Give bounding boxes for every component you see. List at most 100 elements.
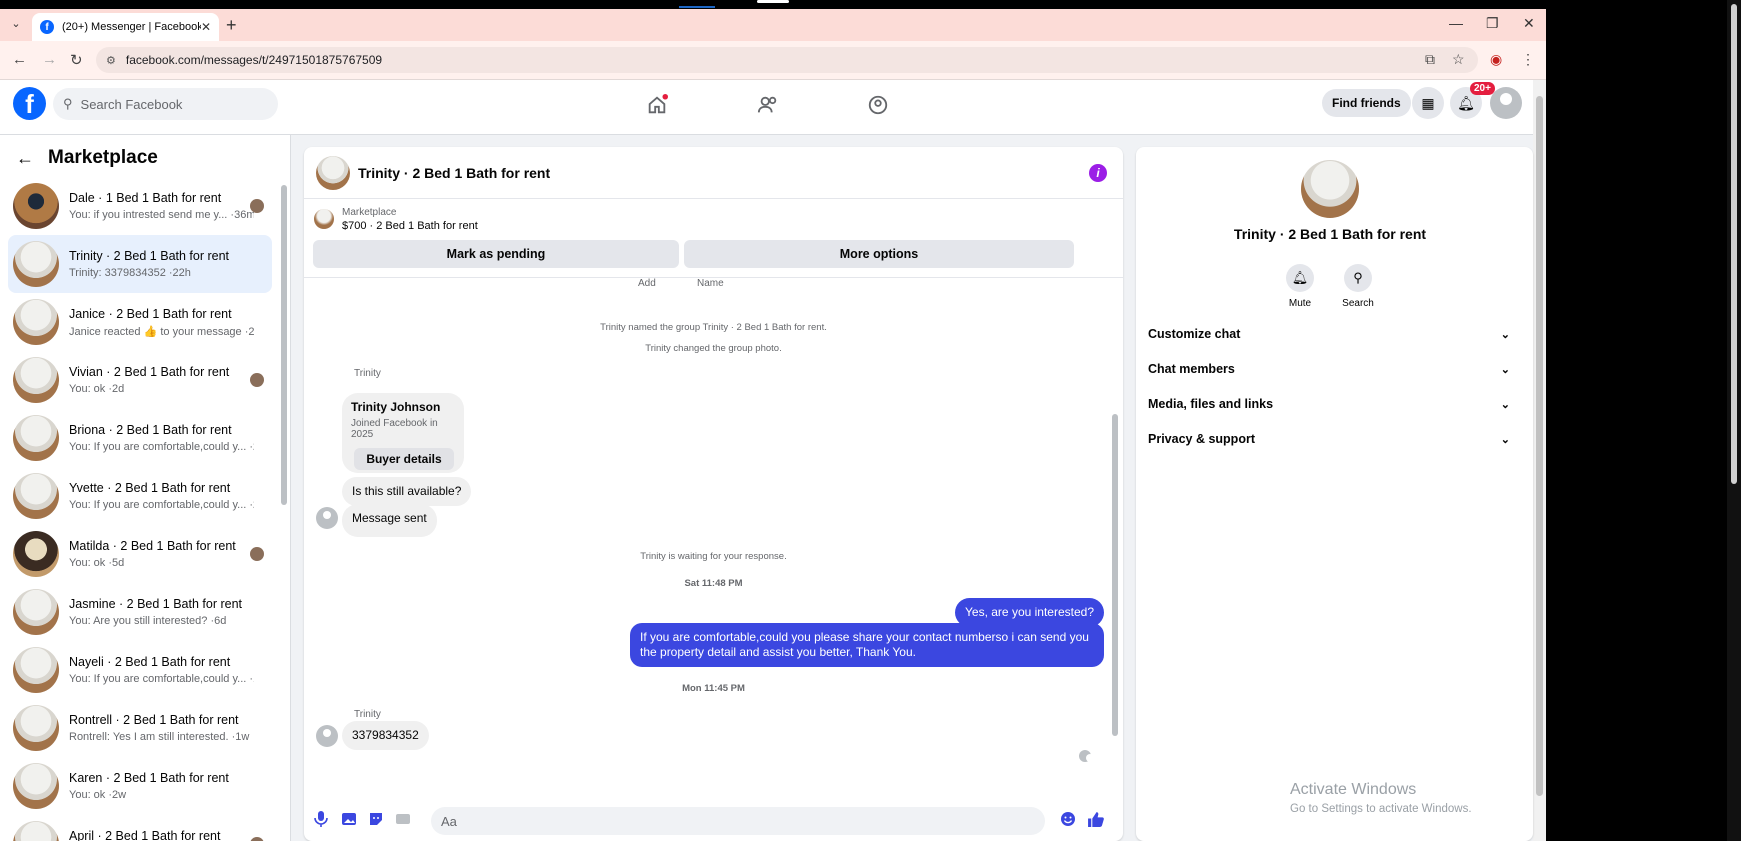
restore-icon[interactable]: ❐ bbox=[1486, 15, 1499, 32]
chat-thumbnail bbox=[13, 241, 59, 287]
section-customize-chat[interactable]: Customize chat ⌄ bbox=[1148, 318, 1510, 350]
chat-text: Trinity · 2 Bed 1 Bath for rent Trinity: … bbox=[69, 249, 254, 279]
chat-list-item[interactable]: Vivian · 2 Bed 1 Bath for rent You: ok ·2… bbox=[8, 351, 272, 409]
marketplace-listing[interactable]: Marketplace $700 · 2 Bed 1 Bath for rent bbox=[314, 207, 478, 232]
facebook-search[interactable]: ⚲ Search Facebook bbox=[53, 88, 278, 120]
conversation-panel: Trinity · 2 Bed 1 Bath for rent i Market… bbox=[304, 147, 1123, 841]
groups-icon[interactable] bbox=[863, 90, 893, 120]
site-settings-icon[interactable]: ⚙ bbox=[106, 54, 116, 67]
section-label: Chat members bbox=[1148, 362, 1235, 376]
top-indicator-white bbox=[757, 0, 789, 3]
chat-preview: Rontrell: Yes I am still interested. ·1w bbox=[69, 731, 250, 743]
chat-list-item[interactable]: Yvette · 2 Bed 1 Bath for rent You: If yo… bbox=[8, 467, 272, 525]
message-bubble[interactable]: Is this still available? bbox=[342, 477, 472, 506]
reload-icon[interactable]: ↻ bbox=[70, 51, 83, 69]
chat-list-item[interactable]: Karen · 2 Bed 1 Bath for rent You: ok ·2w bbox=[8, 757, 272, 815]
facebook-logo-icon[interactable]: f bbox=[13, 87, 46, 120]
chat-list-item[interactable]: April · 2 Bed 1 Bath for rentYou: If you… bbox=[8, 815, 272, 841]
mark-as-pending-button[interactable]: Mark as pending bbox=[313, 240, 679, 268]
minimize-icon[interactable]: — bbox=[1449, 15, 1463, 31]
page-scrollbar[interactable] bbox=[1533, 80, 1546, 841]
message-thread: Add Name Trinity named the group Trinity… bbox=[304, 277, 1123, 799]
chat-list-item[interactable]: Janice · 2 Bed 1 Bath for rent Janice rea… bbox=[8, 293, 272, 351]
chat-list-item[interactable]: Dale · 1 Bed 1 Bath for rent You: if you … bbox=[8, 177, 272, 235]
chat-preview: Trinity: 3379834352 ·22h bbox=[69, 267, 191, 279]
timestamp: Sat 11:48 PM bbox=[684, 578, 743, 589]
thread-scrollbar-thumb[interactable] bbox=[1112, 414, 1118, 736]
bookmark-star-icon[interactable]: ☆ bbox=[1452, 51, 1465, 68]
chat-list-scrollbar[interactable] bbox=[280, 175, 288, 835]
chat-list-item[interactable]: Jasmine · 2 Bed 1 Bath for rent You: Are … bbox=[8, 583, 272, 641]
right-scrollbar-thumb[interactable] bbox=[1731, 4, 1737, 484]
conversation-title[interactable]: Trinity · 2 Bed 1 Bath for rent bbox=[358, 165, 550, 181]
section-chat-members[interactable]: Chat members ⌄ bbox=[1148, 353, 1510, 385]
url-text: facebook.com/messages/t/2497150187576750… bbox=[125, 53, 383, 67]
friends-icon[interactable] bbox=[753, 90, 783, 120]
more-options-button[interactable]: More options bbox=[684, 240, 1074, 268]
listing-price-title: $700 · 2 Bed 1 Bath for rent bbox=[342, 220, 478, 232]
chat-list-scrollbar-thumb[interactable] bbox=[281, 185, 287, 505]
browser-tab[interactable]: f (20+) Messenger | Facebook ✕ bbox=[32, 13, 219, 41]
chat-name: Karen · 2 Bed 1 Bath for rent bbox=[69, 771, 229, 785]
chat-name: Rontrell · 2 Bed 1 Bath for rent bbox=[69, 713, 239, 727]
conversation-header: Trinity · 2 Bed 1 Bath for rent i bbox=[304, 147, 1123, 199]
page-scrollbar-thumb[interactable] bbox=[1536, 96, 1543, 796]
screen: ⌄ f (20+) Messenger | Facebook ✕ + — ❐ ✕… bbox=[0, 0, 1741, 841]
chat-text: Vivian · 2 Bed 1 Bath for rent You: ok ·2… bbox=[69, 365, 254, 395]
message-bubble[interactable]: Message sent bbox=[342, 504, 437, 537]
sender-avatar[interactable] bbox=[316, 725, 338, 747]
sender-avatar[interactable] bbox=[316, 507, 338, 529]
browser-toolbar: ← → ↻ ⚙ facebook.com/messages/t/24971501… bbox=[0, 41, 1546, 80]
chat-thumbnail bbox=[13, 183, 59, 229]
gif-icon[interactable] bbox=[395, 811, 411, 831]
menu-grid-icon[interactable]: ▦ bbox=[1412, 87, 1444, 119]
tab-search-icon[interactable]: ⌄ bbox=[6, 17, 26, 35]
section-privacy-support[interactable]: Privacy & support ⌄ bbox=[1148, 423, 1510, 455]
chat-preview: You: ok ·2w bbox=[69, 789, 127, 801]
chat-list-item[interactable]: Briona · 2 Bed 1 Bath for rent You: If yo… bbox=[8, 409, 272, 467]
panel-header: ← Marketplace bbox=[16, 147, 158, 169]
activate-windows-watermark: Activate Windows Go to Settings to activ… bbox=[1290, 781, 1472, 815]
address-bar[interactable]: ⚙ facebook.com/messages/t/24971501875767… bbox=[96, 47, 1478, 73]
sticker-icon[interactable] bbox=[368, 811, 384, 831]
tab-close-icon[interactable]: ✕ bbox=[201, 20, 211, 34]
search-action[interactable]: ⚲ Search bbox=[1328, 264, 1388, 309]
chat-photo[interactable] bbox=[1301, 160, 1359, 218]
message-input[interactable] bbox=[431, 807, 1045, 835]
section-media-files-links[interactable]: Media, files and links ⌄ bbox=[1148, 388, 1510, 420]
window-close-icon[interactable]: ✕ bbox=[1523, 15, 1535, 32]
info-icon[interactable]: i bbox=[1089, 164, 1107, 182]
home-icon[interactable] bbox=[642, 90, 672, 120]
mute-action[interactable]: 🔔︎ Mute bbox=[1270, 264, 1330, 309]
my-message-bubble[interactable]: If you are comfortable,could you please … bbox=[630, 623, 1104, 667]
marketplace-label: Marketplace bbox=[342, 207, 397, 218]
chat-list-panel: ← Marketplace Dale · 1 Bed 1 Bath for re… bbox=[0, 135, 291, 841]
buyer-details-button[interactable]: Buyer details bbox=[354, 448, 454, 470]
photo-icon[interactable] bbox=[341, 811, 357, 831]
section-label: Customize chat bbox=[1148, 327, 1241, 341]
right-scrollbar[interactable] bbox=[1727, 0, 1741, 841]
seen-avatar bbox=[250, 373, 264, 387]
profile-icon[interactable]: ◉ bbox=[1490, 51, 1502, 68]
message-bubble[interactable]: 3379834352 bbox=[342, 721, 429, 750]
install-app-icon[interactable]: ⧉ bbox=[1425, 51, 1435, 68]
chat-info-panel: Trinity · 2 Bed 1 Bath for rent 🔔︎ Mute … bbox=[1136, 147, 1533, 841]
forward-icon[interactable]: → bbox=[42, 51, 57, 68]
chat-list-item[interactable]: Nayeli · 2 Bed 1 Bath for rent You: If yo… bbox=[8, 641, 272, 699]
conversation-photo[interactable] bbox=[316, 155, 350, 190]
thread-scrollbar[interactable] bbox=[1111, 278, 1119, 798]
chat-list-item[interactable]: Rontrell · 2 Bed 1 Bath for rent Rontrell… bbox=[8, 699, 272, 757]
back-arrow-icon[interactable]: ← bbox=[16, 148, 34, 169]
chat-list-item[interactable]: Matilda · 2 Bed 1 Bath for rent You: ok ·… bbox=[8, 525, 272, 583]
back-icon[interactable]: ← bbox=[12, 51, 27, 68]
like-thumbs-up-icon[interactable] bbox=[1087, 811, 1104, 832]
emoji-icon[interactable] bbox=[1060, 811, 1076, 831]
account-avatar[interactable] bbox=[1490, 87, 1522, 119]
microphone-icon[interactable] bbox=[314, 811, 328, 831]
chat-list-item[interactable]: Trinity · 2 Bed 1 Bath for rent Trinity: … bbox=[8, 235, 272, 293]
tab-title: (20+) Messenger | Facebook bbox=[62, 21, 201, 33]
find-friends-button[interactable]: Find friends bbox=[1322, 89, 1411, 117]
browser-menu-icon[interactable]: ⋮ bbox=[1521, 51, 1535, 68]
seen-avatar bbox=[250, 199, 264, 213]
new-tab-icon[interactable]: + bbox=[226, 15, 237, 36]
